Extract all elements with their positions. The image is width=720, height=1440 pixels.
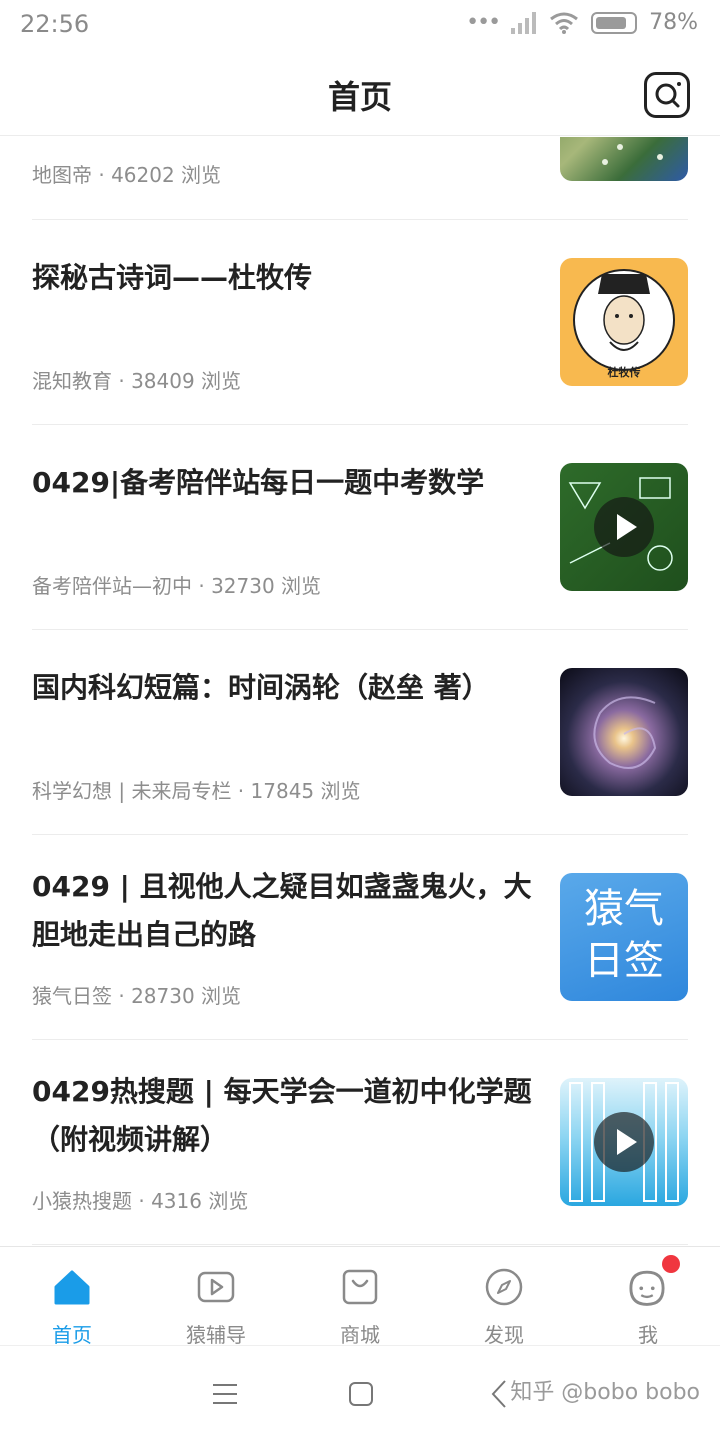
item-title: 0429热搜题 | 每天学会一道初中化学题（附视频讲解） — [32, 1075, 532, 1156]
more-dots-icon: ••• — [466, 10, 501, 35]
article-feed[interactable]: 地图帝 · 46202 浏览 探秘古诗词——杜牧传 混知教育 · 38409 浏… — [0, 137, 720, 1245]
battery-percent: 78% — [649, 10, 698, 35]
item-meta: 备考陪伴站—初中 · 32730 浏览 — [32, 574, 322, 598]
list-item[interactable]: 0429|备考陪伴站每日一题中考数学 备考陪伴站—初中 · 32730 浏览 — [32, 425, 688, 630]
home-icon — [54, 1270, 90, 1305]
menu-icon[interactable] — [211, 1382, 239, 1406]
chalkboard-thumbnail[interactable] — [560, 463, 688, 591]
thumbnail-text: 猿气日签 — [584, 886, 664, 984]
nav-item-home[interactable]: 首页 — [0, 1247, 144, 1347]
video-play-icon — [197, 1271, 235, 1303]
yuanqi-thumbnail: 猿气日签 — [560, 873, 688, 1001]
list-item[interactable]: 国内科幻短篇：时间涡轮（赵垒 著） 科学幻想 | 未来局专栏 · 17845 浏… — [32, 630, 688, 835]
item-meta: 小猿热搜题 · 4316 浏览 — [32, 1189, 249, 1213]
home-square-icon[interactable] — [348, 1381, 374, 1407]
page-title: 首页 — [327, 78, 392, 116]
item-meta: 科学幻想 | 未来局专栏 · 17845 浏览 — [32, 779, 361, 803]
search-icon — [655, 82, 681, 108]
shopping-bag-icon — [342, 1269, 378, 1305]
nav-item-yuanfudao[interactable]: 猿辅导 — [144, 1247, 288, 1347]
item-title: 0429|备考陪伴站每日一题中考数学 — [32, 466, 485, 499]
compass-icon — [485, 1268, 523, 1306]
wifi-icon — [550, 12, 579, 34]
profile-face-icon — [629, 1270, 665, 1306]
dumu-portrait-thumbnail: 杜牧传 — [560, 258, 688, 386]
item-meta: 地图帝 · 46202 浏览 — [32, 163, 222, 187]
nav-item-mall[interactable]: 商城 — [288, 1247, 432, 1347]
top-header: 首页 — [0, 52, 720, 136]
play-icon[interactable] — [594, 1112, 654, 1172]
item-title: 0429 | 且视他人之疑目如盏盏鬼火，大胆地走出自己的路 — [32, 870, 532, 951]
search-button[interactable] — [644, 72, 690, 118]
galaxy-thumbnail — [560, 668, 688, 796]
notification-badge — [662, 1255, 680, 1273]
nav-item-discover[interactable]: 发现 — [432, 1247, 576, 1347]
test-tubes-thumbnail[interactable] — [560, 1078, 688, 1206]
play-icon[interactable] — [594, 497, 654, 557]
item-meta: 混知教育 · 38409 浏览 — [32, 369, 242, 393]
item-title: 探秘古诗词——杜牧传 — [32, 261, 313, 294]
list-item[interactable]: 0429热搜题 | 每天学会一道初中化学题（附视频讲解） 小猿热搜题 · 431… — [32, 1040, 688, 1245]
nav-label: 猿辅导 — [186, 1323, 246, 1347]
system-nav-bar: 知乎 @bobo bobo — [0, 1345, 720, 1440]
status-time: 22:56 — [20, 10, 90, 38]
status-bar: 22:56 ••• 78% — [0, 0, 720, 52]
item-meta: 猿气日签 · 28730 浏览 — [32, 984, 242, 1008]
signal-icon — [511, 11, 537, 34]
nav-label: 我 — [638, 1323, 658, 1347]
nav-label: 首页 — [52, 1323, 92, 1347]
nav-item-me[interactable]: 我 — [576, 1247, 720, 1347]
list-item[interactable]: 地图帝 · 46202 浏览 — [32, 137, 688, 220]
bottom-nav: 首页 猿辅导 商城 发现 我 — [0, 1246, 720, 1347]
list-item[interactable]: 探秘古诗词——杜牧传 混知教育 · 38409 浏览 杜牧传 — [32, 220, 688, 425]
status-icons: ••• 78% — [466, 10, 698, 35]
thumbnail-caption: 杜牧传 — [607, 366, 641, 379]
item-title: 国内科幻短篇：时间涡轮（赵垒 著） — [32, 671, 490, 704]
nav-label: 商城 — [340, 1323, 380, 1347]
map-thumbnail — [560, 137, 688, 181]
watermark: 知乎 @bobo bobo — [510, 1380, 700, 1405]
back-icon[interactable] — [489, 1379, 509, 1409]
nav-label: 发现 — [484, 1323, 524, 1347]
list-item[interactable]: 0429 | 且视他人之疑目如盏盏鬼火，大胆地走出自己的路 猿气日签 · 287… — [32, 835, 688, 1040]
battery-icon — [591, 11, 638, 34]
